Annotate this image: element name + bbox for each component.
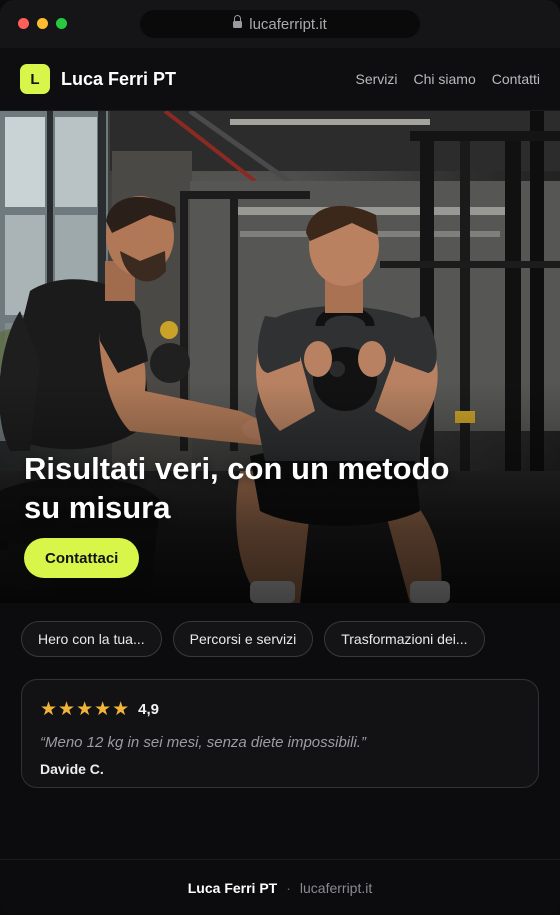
site-footer: Luca Ferri PT · lucaferript.it — [0, 859, 560, 915]
review-card: ★★★★★ 4,9 “Meno 12 kg in sei mesi, senza… — [21, 679, 539, 788]
logo-badge[interactable]: L — [20, 64, 50, 94]
section-chips: Hero con la tua... Percorsi e servizi Tr… — [0, 603, 560, 657]
main-nav: Servizi Chi siamo Contatti — [355, 71, 540, 87]
star-rating-icon: ★★★★★ — [40, 699, 131, 720]
nav-link-chi-siamo[interactable]: Chi siamo — [414, 71, 476, 87]
review-quote: “Meno 12 kg in sei mesi, senza diete imp… — [40, 734, 366, 751]
minimize-window-button[interactable] — [37, 18, 48, 29]
browser-window: lucaferript.it L Luca Ferri PT Servizi C… — [0, 0, 560, 915]
close-window-button[interactable] — [18, 18, 29, 29]
review-author: Davide C. — [40, 761, 104, 777]
hero-section: Risultati veri, con un metodo su misura … — [0, 111, 560, 603]
footer-brand: Luca Ferri PT — [187, 879, 278, 896]
rating-row: ★★★★★ 4,9 — [40, 698, 520, 721]
site-brand[interactable]: Luca Ferri PT — [61, 69, 176, 90]
browser-toolbar: lucaferript.it — [0, 0, 560, 48]
hero-overlay — [0, 111, 560, 603]
address-bar[interactable]: lucaferript.it — [140, 10, 420, 38]
address-bar-url: lucaferript.it — [249, 15, 327, 33]
nav-link-contatti[interactable]: Contatti — [492, 71, 540, 87]
chip-hero[interactable]: Hero con la tua... — [21, 621, 162, 657]
maximize-window-button[interactable] — [56, 18, 67, 29]
footer-url[interactable]: lucaferript.it — [300, 880, 372, 896]
footer-separator: · — [286, 879, 291, 896]
chip-trasformazioni[interactable]: Trasformazioni dei... — [324, 621, 485, 657]
lock-icon — [233, 15, 243, 29]
hero-title: Risultati veri, con un metodo su misura — [24, 451, 450, 525]
contact-cta-button[interactable]: Contattaci — [24, 538, 140, 578]
window-controls — [18, 18, 67, 29]
chip-percorsi-servizi[interactable]: Percorsi e servizi — [172, 621, 314, 657]
site-header: L Luca Ferri PT Servizi Chi siamo Contat… — [0, 48, 560, 111]
rating-score: 4,9 — [138, 701, 160, 718]
nav-link-servizi[interactable]: Servizi — [355, 71, 397, 87]
